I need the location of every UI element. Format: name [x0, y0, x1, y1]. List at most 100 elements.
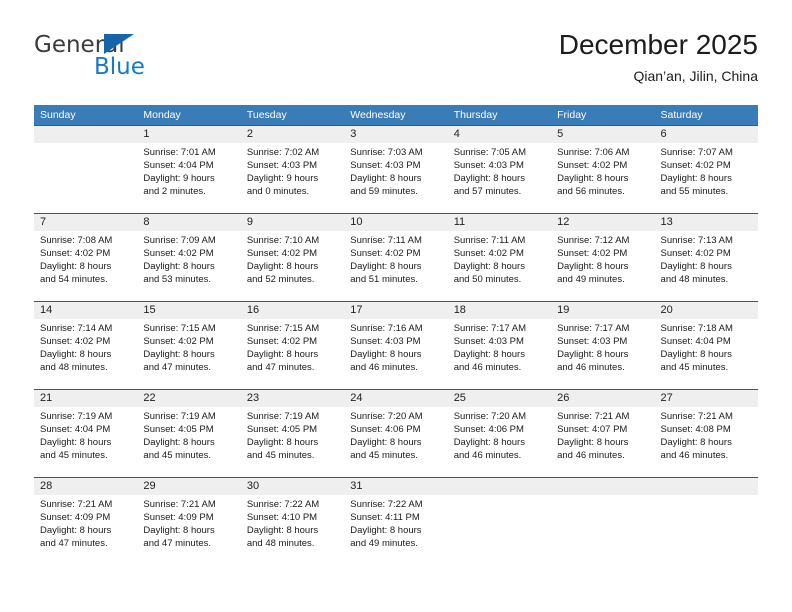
daylight-line-1: Daylight: 8 hours — [453, 261, 525, 272]
day-cell[interactable]: Sunrise: 7:11 AM Sunset: 4:02 PM Dayligh… — [448, 231, 551, 301]
day-number[interactable] — [551, 478, 654, 495]
day-number[interactable]: 5 — [551, 126, 654, 143]
day-number[interactable] — [655, 478, 758, 495]
daylight-line-1: Daylight: 8 hours — [40, 525, 112, 536]
day-number[interactable]: 9 — [241, 214, 344, 231]
daylight-line-1: Daylight: 8 hours — [557, 261, 629, 272]
day-cell[interactable]: Sunrise: 7:17 AM Sunset: 4:03 PM Dayligh… — [551, 319, 654, 389]
day-number[interactable]: 7 — [34, 214, 137, 231]
day-number[interactable]: 20 — [655, 302, 758, 319]
day-cell[interactable]: Sunrise: 7:20 AM Sunset: 4:06 PM Dayligh… — [344, 407, 447, 477]
calendar-week-row: 1 2 3 4 5 6 Sunrise: 7:01 AM Sunset: 4:0… — [34, 125, 758, 213]
day-number[interactable]: 2 — [241, 126, 344, 143]
day-number[interactable]: 8 — [137, 214, 240, 231]
day-number[interactable]: 28 — [34, 478, 137, 495]
day-cell[interactable]: Sunrise: 7:09 AM Sunset: 4:02 PM Dayligh… — [137, 231, 240, 301]
daylight-line-2: and 2 minutes. — [143, 186, 206, 197]
sunrise-line: Sunrise: 7:19 AM — [40, 411, 113, 422]
day-number[interactable]: 12 — [551, 214, 654, 231]
day-cell[interactable]: Sunrise: 7:01 AM Sunset: 4:04 PM Dayligh… — [137, 143, 240, 213]
sunset-line: Sunset: 4:10 PM — [246, 512, 318, 523]
day-number[interactable]: 22 — [137, 390, 240, 407]
day-number[interactable]: 26 — [551, 390, 654, 407]
day-cell[interactable]: Sunrise: 7:19 AM Sunset: 4:05 PM Dayligh… — [137, 407, 240, 477]
day-cell[interactable]: Sunrise: 7:14 AM Sunset: 4:02 PM Dayligh… — [34, 319, 137, 389]
daylight-line-2: and 48 minutes. — [660, 274, 729, 285]
day-number[interactable]: 6 — [655, 126, 758, 143]
day-number[interactable]: 21 — [34, 390, 137, 407]
day-cell[interactable]: Sunrise: 7:20 AM Sunset: 4:06 PM Dayligh… — [448, 407, 551, 477]
day-cell[interactable]: Sunrise: 7:12 AM Sunset: 4:02 PM Dayligh… — [551, 231, 654, 301]
day-cell[interactable]: Sunrise: 7:05 AM Sunset: 4:03 PM Dayligh… — [448, 143, 551, 213]
sunrise-line: Sunrise: 7:20 AM — [350, 411, 423, 422]
day-cell[interactable] — [34, 143, 137, 213]
daylight-line-2: and 46 minutes. — [453, 450, 522, 461]
day-cell[interactable] — [655, 495, 758, 565]
day-number[interactable]: 31 — [344, 478, 447, 495]
day-number[interactable]: 16 — [241, 302, 344, 319]
day-number[interactable]: 19 — [551, 302, 654, 319]
day-cell[interactable] — [448, 495, 551, 565]
day-cell[interactable]: Sunrise: 7:18 AM Sunset: 4:04 PM Dayligh… — [655, 319, 758, 389]
day-cell[interactable]: Sunrise: 7:19 AM Sunset: 4:04 PM Dayligh… — [34, 407, 137, 477]
sunset-line: Sunset: 4:04 PM — [660, 336, 731, 347]
day-number[interactable]: 27 — [655, 390, 758, 407]
day-number[interactable]: 4 — [448, 126, 551, 143]
day-number[interactable]: 13 — [655, 214, 758, 231]
day-cell[interactable]: Sunrise: 7:21 AM Sunset: 4:08 PM Dayligh… — [655, 407, 758, 477]
sunrise-line: Sunrise: 7:17 AM — [557, 323, 630, 334]
week-daynumber-band: 1 2 3 4 5 6 — [34, 126, 758, 143]
day-cell[interactable]: Sunrise: 7:06 AM Sunset: 4:02 PM Dayligh… — [551, 143, 654, 213]
sunrise-line: Sunrise: 7:22 AM — [246, 499, 320, 510]
day-cell[interactable] — [551, 495, 654, 565]
daylight-line-1: Daylight: 8 hours — [660, 437, 732, 448]
daylight-line-2: and 56 minutes. — [557, 186, 625, 197]
day-cell[interactable]: Sunrise: 7:17 AM Sunset: 4:03 PM Dayligh… — [448, 319, 551, 389]
brand-logo[interactable]: General Blue — [34, 32, 234, 88]
week-detail-band: Sunrise: 7:19 AM Sunset: 4:04 PM Dayligh… — [34, 407, 758, 477]
day-cell[interactable]: Sunrise: 7:11 AM Sunset: 4:02 PM Dayligh… — [344, 231, 447, 301]
day-number[interactable]: 10 — [344, 214, 447, 231]
day-cell[interactable]: Sunrise: 7:19 AM Sunset: 4:05 PM Dayligh… — [241, 407, 344, 477]
day-number[interactable]: 11 — [448, 214, 551, 231]
day-cell[interactable]: Sunrise: 7:07 AM Sunset: 4:02 PM Dayligh… — [655, 143, 758, 213]
day-number[interactable]: 14 — [34, 302, 137, 319]
day-number[interactable]: 24 — [344, 390, 447, 407]
day-cell[interactable]: Sunrise: 7:02 AM Sunset: 4:03 PM Dayligh… — [241, 143, 344, 213]
day-number[interactable]: 25 — [448, 390, 551, 407]
day-cell[interactable]: Sunrise: 7:22 AM Sunset: 4:11 PM Dayligh… — [344, 495, 447, 565]
day-cell[interactable]: Sunrise: 7:10 AM Sunset: 4:02 PM Dayligh… — [241, 231, 344, 301]
sunrise-line: Sunrise: 7:16 AM — [350, 323, 423, 334]
day-cell[interactable]: Sunrise: 7:21 AM Sunset: 4:09 PM Dayligh… — [34, 495, 137, 565]
day-number[interactable]: 15 — [137, 302, 240, 319]
daylight-line-2: and 45 minutes. — [246, 450, 315, 461]
daylight-line-2: and 47 minutes. — [143, 362, 212, 373]
day-number[interactable]: 29 — [137, 478, 240, 495]
day-cell[interactable]: Sunrise: 7:15 AM Sunset: 4:02 PM Dayligh… — [137, 319, 240, 389]
sunset-line: Sunset: 4:03 PM — [453, 336, 524, 347]
day-number[interactable] — [34, 126, 137, 143]
day-cell[interactable]: Sunrise: 7:21 AM Sunset: 4:07 PM Dayligh… — [551, 407, 654, 477]
day-cell[interactable]: Sunrise: 7:21 AM Sunset: 4:09 PM Dayligh… — [137, 495, 240, 565]
day-number[interactable]: 17 — [344, 302, 447, 319]
day-cell[interactable]: Sunrise: 7:03 AM Sunset: 4:03 PM Dayligh… — [344, 143, 447, 213]
day-number[interactable]: 3 — [344, 126, 447, 143]
day-number[interactable]: 1 — [137, 126, 240, 143]
sunset-line: Sunset: 4:03 PM — [557, 336, 628, 347]
day-number[interactable]: 23 — [241, 390, 344, 407]
day-number[interactable]: 18 — [448, 302, 551, 319]
sunset-line: Sunset: 4:03 PM — [350, 336, 421, 347]
day-number[interactable]: 30 — [241, 478, 344, 495]
sunrise-line: Sunrise: 7:01 AM — [143, 147, 216, 158]
daylight-line-2: and 48 minutes. — [246, 538, 315, 549]
daylight-line-2: and 46 minutes. — [453, 362, 522, 373]
calendar-week-row: 7 8 9 10 11 12 13 Sunrise: 7:08 AM Sunse… — [34, 213, 758, 301]
day-cell[interactable]: Sunrise: 7:16 AM Sunset: 4:03 PM Dayligh… — [344, 319, 447, 389]
day-cell[interactable]: Sunrise: 7:08 AM Sunset: 4:02 PM Dayligh… — [34, 231, 137, 301]
daylight-line-2: and 48 minutes. — [40, 362, 108, 373]
sunrise-line: Sunrise: 7:10 AM — [246, 235, 320, 246]
day-cell[interactable]: Sunrise: 7:13 AM Sunset: 4:02 PM Dayligh… — [655, 231, 758, 301]
day-cell[interactable]: Sunrise: 7:15 AM Sunset: 4:02 PM Dayligh… — [241, 319, 344, 389]
day-cell[interactable]: Sunrise: 7:22 AM Sunset: 4:10 PM Dayligh… — [241, 495, 344, 565]
day-number[interactable] — [448, 478, 551, 495]
